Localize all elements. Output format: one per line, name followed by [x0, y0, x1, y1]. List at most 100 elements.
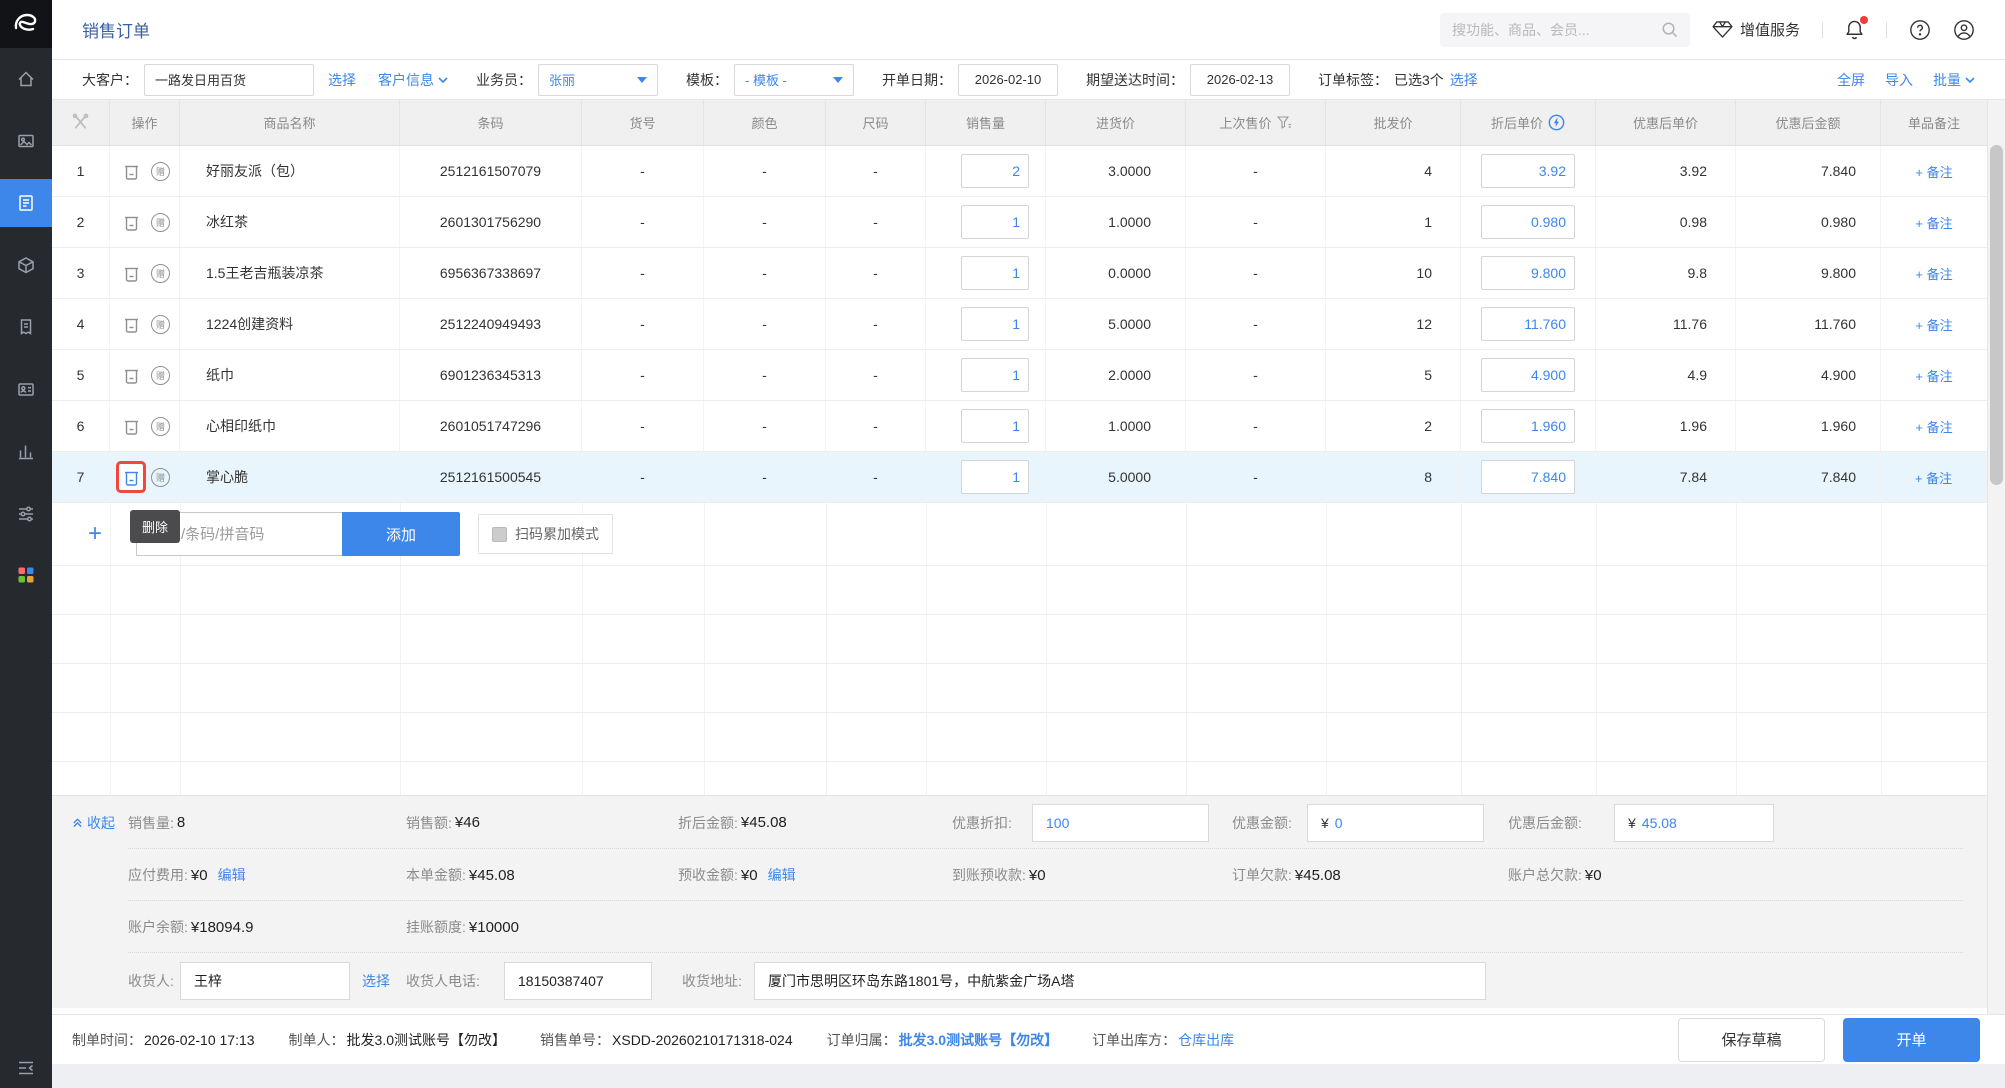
order-date-input[interactable]: 2026-02-10 — [958, 63, 1058, 96]
discount-rate-input[interactable]: 100 — [1032, 803, 1209, 842]
help-icon[interactable] — [1909, 19, 1931, 41]
prepay-edit-link[interactable]: 编辑 — [768, 865, 796, 885]
add-row-plus-icon[interactable]: + — [88, 522, 102, 546]
add-remark-link[interactable]: + 备注 — [1915, 366, 1952, 385]
gift-row-icon[interactable]: 赠 — [151, 416, 170, 436]
delete-row-icon[interactable] — [119, 413, 143, 439]
outbound-link[interactable]: 仓库出库 — [1178, 1030, 1234, 1050]
expect-date-input[interactable]: 2026-02-13 — [1190, 63, 1290, 96]
sales-amount-label: 销售额: — [406, 814, 452, 831]
add-button[interactable]: 添加 — [342, 512, 461, 556]
global-search[interactable] — [1439, 12, 1690, 47]
sidebar-item-settings[interactable] — [0, 482, 52, 544]
discounted-unit-price-input[interactable]: 4.900 — [1481, 358, 1575, 392]
qty-input[interactable]: 1 — [961, 307, 1029, 341]
expect-date-label: 期望送达时间： — [1086, 71, 1184, 88]
discounted-unit-price-input[interactable]: 1.960 — [1481, 409, 1575, 443]
product-barcode: 2601051747296 — [400, 401, 582, 451]
delete-row-icon[interactable] — [119, 464, 143, 490]
color-value: - — [704, 350, 826, 400]
gift-row-icon[interactable]: 赠 — [151, 263, 170, 283]
sidebar-item-reports[interactable] — [0, 420, 52, 482]
gift-row-icon[interactable]: 赠 — [151, 467, 170, 487]
address-input[interactable]: 厦门市思明区环岛东路1801号，中航紫金广场A塔 — [754, 962, 1486, 1000]
sidebar-item-orders[interactable] — [0, 296, 52, 358]
qty-input[interactable]: 1 — [961, 460, 1029, 494]
vas-label: 增值服务 — [1739, 22, 1800, 39]
big-customer-input[interactable] — [144, 63, 314, 96]
import-link[interactable]: 导入 — [1885, 70, 1913, 90]
discounted-unit-price-input[interactable]: 9.800 — [1481, 256, 1575, 290]
gem-icon — [1712, 21, 1733, 38]
lightning-circle-icon[interactable] — [1548, 114, 1565, 131]
checkbox-icon[interactable] — [492, 526, 508, 542]
delete-row-icon[interactable] — [119, 362, 143, 388]
gift-row-icon[interactable]: 赠 — [151, 365, 170, 385]
qty-input[interactable]: 1 — [961, 205, 1029, 239]
column-settings-icon[interactable] — [71, 113, 90, 132]
value-added-services-button[interactable]: 增值服务 — [1712, 19, 1800, 40]
discounted-unit-price-input[interactable]: 7.840 — [1481, 460, 1575, 494]
add-remark-link[interactable]: + 备注 — [1915, 162, 1952, 181]
add-remark-link[interactable]: + 备注 — [1915, 468, 1952, 487]
delete-row-icon[interactable] — [119, 158, 143, 184]
filter-funnel-icon[interactable] — [1276, 115, 1292, 130]
sidebar-item-apps[interactable] — [0, 544, 52, 606]
sidebar-item-gallery[interactable] — [0, 110, 52, 172]
receiver-phone-input[interactable]: 18150387407 — [504, 962, 652, 1000]
qty-input[interactable]: 1 — [961, 256, 1029, 290]
notifications-bell-icon[interactable] — [1845, 16, 1868, 40]
sales-qty-label: 销售量: — [128, 814, 174, 831]
gift-row-icon[interactable]: 赠 — [151, 314, 170, 334]
search-input[interactable] — [1451, 21, 1661, 38]
account-icon[interactable] — [1953, 19, 1975, 41]
bottom-strip — [52, 1064, 2005, 1088]
coupon-amount-input[interactable]: ¥0 — [1307, 803, 1484, 842]
receiver-select-link[interactable]: 选择 — [362, 971, 390, 991]
add-remark-link[interactable]: + 备注 — [1915, 213, 1952, 232]
after-coupon-input[interactable]: ¥45.08 — [1614, 803, 1774, 842]
delete-row-icon[interactable] — [119, 260, 143, 286]
gift-row-icon[interactable]: 赠 — [151, 161, 170, 181]
col-barcode: 条码 — [400, 100, 582, 145]
receiver-input[interactable]: 王梓 — [180, 962, 350, 1000]
qty-input[interactable]: 1 — [961, 358, 1029, 392]
search-icon[interactable] — [1661, 21, 1678, 38]
submit-order-button[interactable]: 开单 — [1843, 1017, 1980, 1062]
sidebar-item-sales-order[interactable] — [0, 179, 52, 227]
vertical-scrollbar[interactable] — [1987, 100, 2005, 1014]
batch-dropdown[interactable]: 批量 — [1933, 70, 1975, 90]
after-discount-amount: 7.840 — [1736, 452, 1881, 502]
collapse-sidebar-icon[interactable] — [0, 1058, 52, 1078]
customer-info-dropdown[interactable]: 客户信息 — [378, 70, 448, 90]
fee-edit-link[interactable]: 编辑 — [218, 865, 246, 885]
qty-input[interactable]: 1 — [961, 409, 1029, 443]
discounted-unit-price-input[interactable]: 11.760 — [1481, 307, 1575, 341]
qty-input[interactable]: 2 — [961, 154, 1029, 188]
add-remark-link[interactable]: + 备注 — [1915, 264, 1952, 283]
fullscreen-link[interactable]: 全屏 — [1837, 70, 1865, 90]
order-owed-value: ¥45.08 — [1294, 866, 1341, 884]
sidebar-item-home[interactable] — [0, 48, 52, 110]
app-logo[interactable] — [0, 0, 52, 48]
save-draft-button[interactable]: 保存草稿 — [1678, 1017, 1825, 1062]
purchase-price: 5.0000 — [1046, 452, 1186, 502]
sidebar-item-customers[interactable] — [0, 358, 52, 420]
delete-row-icon[interactable] — [119, 311, 143, 337]
delete-row-icon[interactable] — [119, 209, 143, 235]
collapse-summary-link[interactable]: 收起 — [72, 813, 115, 833]
order-belong-link[interactable]: 批发3.0测试账号【勿改】 — [899, 1030, 1058, 1050]
discounted-unit-price-input[interactable]: 0.980 — [1481, 205, 1575, 239]
row-index: 5 — [52, 350, 110, 400]
big-customer-select-link[interactable]: 选择 — [328, 70, 356, 90]
add-remark-link[interactable]: + 备注 — [1915, 417, 1952, 436]
template-select[interactable]: - 模板 - — [734, 63, 854, 96]
add-remark-link[interactable]: + 备注 — [1915, 315, 1952, 334]
gift-row-icon[interactable]: 赠 — [151, 212, 170, 232]
sidebar-item-inventory[interactable] — [0, 234, 52, 296]
scan-accumulate-toggle[interactable]: 扫码累加模式 — [478, 514, 614, 554]
order-tags-select-link[interactable]: 选择 — [1450, 70, 1478, 90]
discounted-unit-price-input[interactable]: 3.92 — [1481, 154, 1575, 188]
salesman-select[interactable]: 张丽 — [538, 63, 658, 96]
scrollbar-thumb[interactable] — [1990, 145, 2003, 485]
